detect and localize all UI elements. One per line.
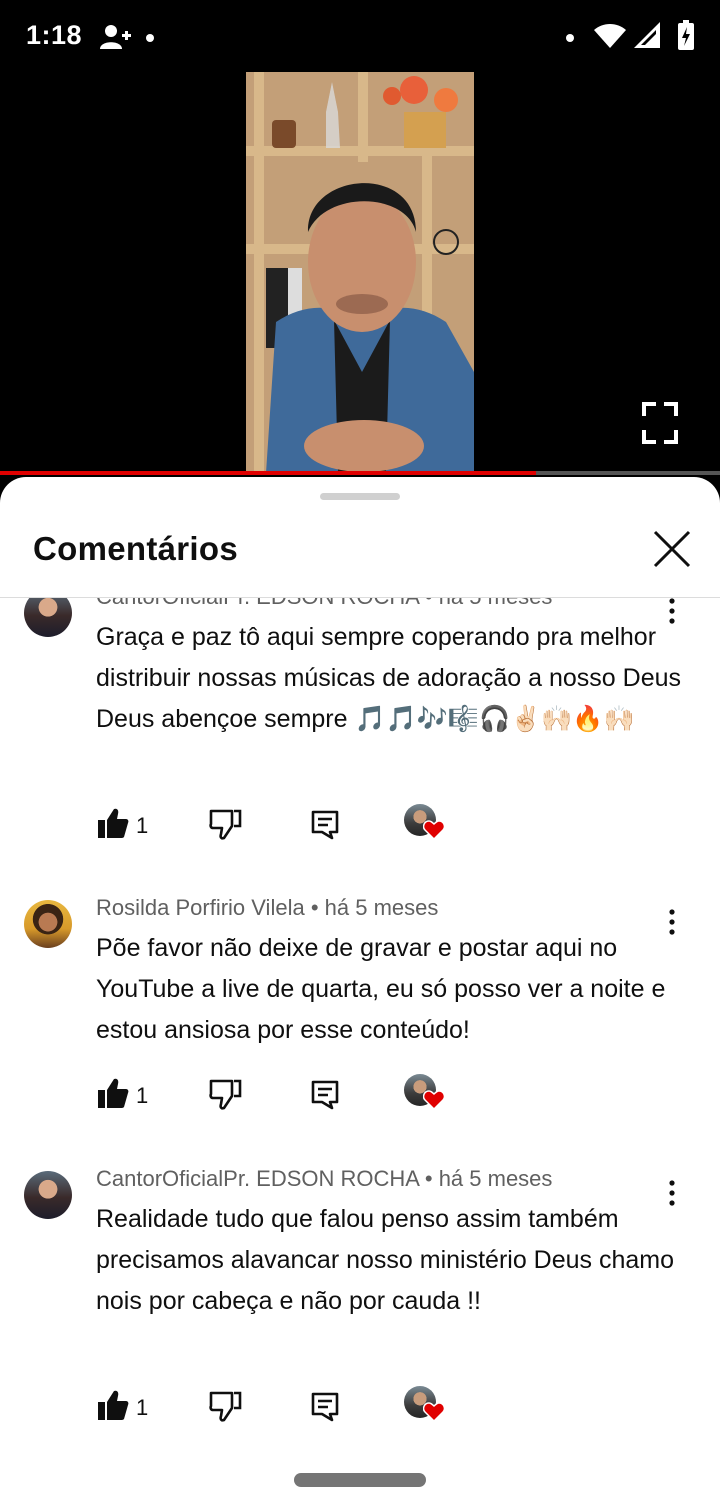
fullscreen-button[interactable] (642, 402, 678, 444)
drag-handle[interactable] (320, 493, 400, 500)
reply-button[interactable] (310, 807, 340, 841)
creator-heart-badge (404, 1386, 448, 1426)
notification-dot-icon (566, 34, 574, 42)
comment-author[interactable]: CantorOficialPr. EDSON ROCHA (96, 1166, 419, 1191)
video-frame (246, 72, 474, 473)
reply-comment-icon (311, 810, 339, 840)
like-button[interactable] (96, 1389, 130, 1423)
comment-meta: CantorOficialPr. EDSON ROCHA • há 5 mese… (96, 598, 552, 610)
dislike-button[interactable] (208, 807, 242, 841)
comment-author[interactable]: Rosilda Porfirio Vilela (96, 895, 305, 920)
comment-text: Graça e paz tô aqui sempre coperando pra… (96, 623, 682, 733)
notification-dot-icon (146, 34, 154, 42)
status-time: 1:18 (26, 20, 83, 50)
comment-actions: 1 (96, 1074, 496, 1114)
comment-text: Realidade tudo que falou penso assim tam… (96, 1205, 675, 1315)
close-icon (653, 530, 691, 568)
signal-icon (634, 22, 660, 53)
thumbs-down-icon (209, 1391, 242, 1422)
comment-author[interactable]: CantorOficialPr. EDSON ROCHA (96, 598, 419, 609)
reply-button[interactable] (310, 1077, 340, 1111)
comment-meta: CantorOficialPr. EDSON ROCHA • há 5 mese… (96, 1166, 553, 1191)
reply-comment-icon (311, 1080, 339, 1110)
reply-button[interactable] (310, 1389, 340, 1423)
comment-time: há 5 meses (438, 1166, 553, 1191)
creator-heart-badge (404, 1074, 448, 1114)
comment-time: há 5 meses (439, 598, 553, 609)
video-progress-bar[interactable] (0, 471, 720, 475)
like-count: 1 (136, 813, 149, 838)
comments-list[interactable]: CantorOficialPr. EDSON ROCHA • há 5 mese… (0, 598, 720, 1512)
comment-actions: 1 (96, 1386, 496, 1426)
dislike-button[interactable] (208, 1077, 242, 1111)
thumbs-down-icon (209, 1079, 242, 1110)
like-count: 1 (136, 1083, 149, 1108)
thumbs-up-icon (98, 1390, 129, 1420)
video-player[interactable] (0, 72, 720, 473)
home-gesture-bar[interactable] (294, 1473, 426, 1487)
heart-icon (423, 820, 445, 840)
like-count: 1 (136, 1395, 149, 1420)
avatar[interactable] (24, 1171, 72, 1219)
sheet-title: Comentários (33, 530, 239, 567)
comment-actions: 1 (96, 804, 496, 844)
fullscreen-icon (642, 402, 678, 444)
reply-comment-icon (311, 1392, 339, 1422)
thumbs-down-icon (209, 809, 242, 840)
comment-time: há 5 meses (324, 895, 439, 920)
thumbs-up-icon (98, 808, 129, 838)
heart-icon (423, 1402, 445, 1422)
creator-heart-badge (404, 804, 448, 844)
battery-charging-icon (678, 20, 694, 55)
status-bar: 1:18 (0, 0, 720, 72)
comments-sheet: Comentários CantorOficialPr. EDSON ROCHA… (0, 477, 720, 1512)
avatar[interactable] (24, 900, 72, 948)
comment-meta: Rosilda Porfirio Vilela • há 5 meses (96, 895, 439, 920)
close-button[interactable] (650, 527, 694, 571)
dislike-button[interactable] (208, 1389, 242, 1423)
avatar[interactable] (24, 598, 72, 637)
heart-icon (423, 1090, 445, 1110)
wifi-icon (594, 24, 626, 53)
like-button[interactable] (96, 1077, 130, 1111)
comment-text: Põe favor não deixe de gravar e postar a… (96, 934, 666, 1044)
person-add-icon (100, 24, 132, 55)
video-progress-fill (0, 471, 537, 475)
thumbs-up-icon (98, 1078, 129, 1108)
like-button[interactable] (96, 807, 130, 841)
